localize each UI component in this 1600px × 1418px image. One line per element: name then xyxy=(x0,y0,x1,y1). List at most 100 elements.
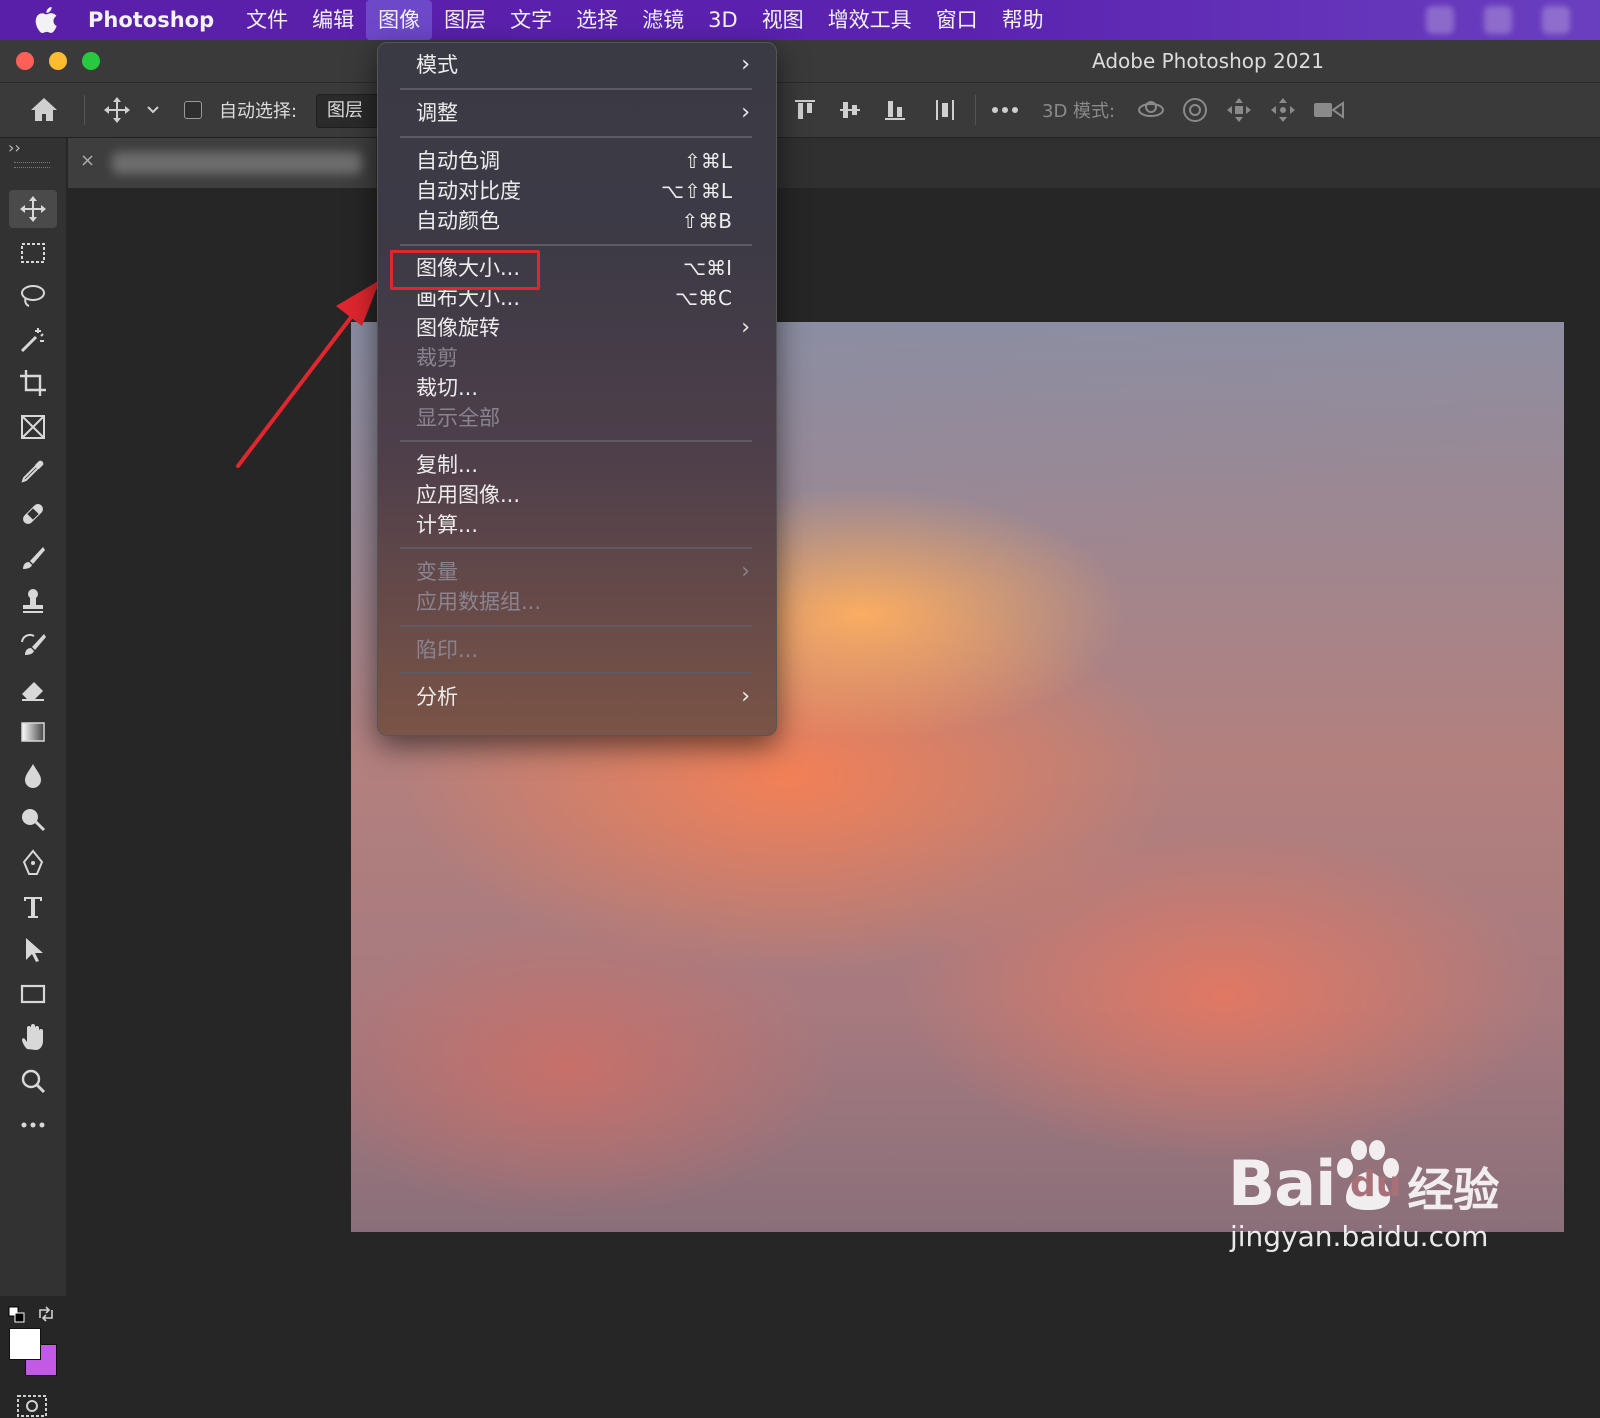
home-icon xyxy=(31,98,57,121)
more-tools[interactable] xyxy=(9,1106,57,1144)
brush-tool[interactable] xyxy=(9,539,57,577)
eraser-tool[interactable] xyxy=(9,670,57,708)
camera-3d-button[interactable] xyxy=(1312,83,1346,137)
distribute-button[interactable] xyxy=(932,83,958,137)
menu-filter[interactable]: 滤镜 xyxy=(630,0,696,40)
eraser-icon xyxy=(22,681,44,701)
dodge-tool[interactable] xyxy=(9,800,57,838)
menu-layer[interactable]: 图层 xyxy=(432,0,498,40)
menu-item[interactable]: 自动颜色 ⇧⌘B xyxy=(378,206,776,236)
roll-3d-button[interactable] xyxy=(1180,83,1210,137)
default-colors-icon[interactable] xyxy=(8,1306,26,1324)
menu-separator xyxy=(400,440,752,442)
pan-3d-button[interactable] xyxy=(1224,83,1254,137)
menu-edit[interactable]: 编辑 xyxy=(300,0,366,40)
menu-help[interactable]: 帮助 xyxy=(990,0,1056,40)
dodge-icon xyxy=(22,809,46,832)
chevron-down-icon xyxy=(147,106,159,114)
arrow-cursor-icon xyxy=(26,938,43,963)
status-icon-2[interactable] xyxy=(1484,6,1512,34)
path-select-tool[interactable] xyxy=(9,931,57,969)
history-brush-tool[interactable] xyxy=(9,626,57,664)
ellipsis-icon xyxy=(21,1122,45,1128)
menu-item-label: 陷印... xyxy=(416,638,479,662)
menu-file[interactable]: 文件 xyxy=(234,0,300,40)
healing-tool[interactable] xyxy=(9,495,57,533)
pen-icon xyxy=(22,849,44,875)
menu-item[interactable]: 模式 › xyxy=(378,50,776,80)
window-title: Adobe Photoshop 2021 xyxy=(1092,49,1324,73)
home-button[interactable] xyxy=(28,83,60,137)
type-tool[interactable] xyxy=(9,888,57,926)
panel-grip[interactable] xyxy=(14,162,50,168)
quick-mask-icon[interactable] xyxy=(16,1394,48,1418)
magic-wand-tool[interactable] xyxy=(9,321,57,359)
stamp-tool[interactable] xyxy=(9,582,57,620)
menu-item-label: 复制... xyxy=(416,453,479,477)
menu-3d[interactable]: 3D xyxy=(696,0,750,40)
menu-item[interactable]: 裁切... xyxy=(378,373,776,403)
menu-select[interactable]: 选择 xyxy=(564,0,630,40)
orbit-3d-button[interactable] xyxy=(1136,83,1166,137)
align-top-button[interactable] xyxy=(792,83,818,137)
gradient-tool[interactable] xyxy=(9,713,57,751)
status-icon-3[interactable] xyxy=(1542,6,1570,34)
align-vcenter-button[interactable] xyxy=(837,83,863,137)
menu-type[interactable]: 文字 xyxy=(498,0,564,40)
hand-tool[interactable] xyxy=(9,1018,57,1056)
apple-icon[interactable] xyxy=(30,0,60,40)
menu-item[interactable]: 自动色调 ⇧⌘L xyxy=(378,146,776,176)
status-icon-1[interactable] xyxy=(1426,6,1454,34)
menu-view[interactable]: 视图 xyxy=(750,0,816,40)
auto-select-target-dropdown[interactable]: 图层 xyxy=(316,94,378,128)
shape-tool[interactable] xyxy=(9,975,57,1013)
logo-du-text: du xyxy=(1350,1164,1402,1205)
menu-item-label: 自动颜色 xyxy=(416,209,500,233)
marquee-tool[interactable] xyxy=(9,234,57,272)
menu-item[interactable]: 分析 › xyxy=(378,682,776,712)
auto-select-checkbox[interactable] xyxy=(184,83,202,137)
align-bottom-button[interactable] xyxy=(882,83,908,137)
submenu-chevron-icon: › xyxy=(741,52,750,77)
frame-tool[interactable] xyxy=(9,408,57,446)
menu-item[interactable]: 应用图像... xyxy=(378,480,776,510)
lasso-tool[interactable] xyxy=(9,277,57,315)
menu-item[interactable]: 图像旋转 › xyxy=(378,313,776,343)
zoom-window-button[interactable] xyxy=(82,52,100,70)
document-tab[interactable]: × xyxy=(68,138,376,188)
menu-item[interactable]: 复制... xyxy=(378,450,776,480)
zoom-tool[interactable] xyxy=(9,1062,57,1100)
slide-3d-icon xyxy=(1271,98,1295,122)
close-window-button[interactable] xyxy=(16,52,34,70)
menu-item[interactable]: 调整 › xyxy=(378,98,776,128)
options-bar: 自动选择: 图层 3D 模式: xyxy=(0,83,1600,138)
eyedropper-tool[interactable] xyxy=(9,452,57,490)
menu-item-label: 调整 xyxy=(416,101,458,125)
menu-plugins[interactable]: 增效工具 xyxy=(816,0,924,40)
blur-tool[interactable] xyxy=(9,757,57,795)
collapse-panel-button[interactable]: ›› xyxy=(8,138,21,157)
menu-item-label: 应用数据组... xyxy=(416,590,542,614)
image-dropdown-menu: 模式 › 调整 › 自动色调 ⇧⌘L 自动对比度 ⌥⇧⌘L 自动颜色 ⇧⌘B 图像大小... ⌥⌘I 画… xyxy=(377,42,777,736)
crop-tool[interactable] xyxy=(9,364,57,402)
pen-tool[interactable] xyxy=(9,844,57,882)
menu-image[interactable]: 图像 xyxy=(366,0,433,40)
menu-window[interactable]: 窗口 xyxy=(924,0,990,40)
rectangle-icon xyxy=(20,984,46,1003)
menu-item-label: 计算... xyxy=(416,513,479,537)
menu-item-shortcut: ⇧⌘L xyxy=(684,149,732,173)
minimize-window-button[interactable] xyxy=(49,52,67,70)
foreground-color-swatch[interactable] xyxy=(9,1328,41,1360)
more-options-button[interactable] xyxy=(990,83,1020,137)
menu-item[interactable]: 自动对比度 ⌥⇧⌘L xyxy=(378,176,776,206)
move-icon xyxy=(104,97,130,123)
swap-colors-icon[interactable] xyxy=(36,1304,56,1324)
slide-3d-button[interactable] xyxy=(1268,83,1298,137)
menu-app-photoshop[interactable]: Photoshop xyxy=(88,0,234,40)
menu-separator xyxy=(400,547,752,549)
move-tool[interactable] xyxy=(9,190,57,228)
menu-item[interactable]: 计算... xyxy=(378,510,776,540)
move-tool-preset[interactable] xyxy=(102,83,160,137)
red-annotation-arrow xyxy=(236,280,380,468)
close-tab-icon[interactable]: × xyxy=(80,150,95,171)
